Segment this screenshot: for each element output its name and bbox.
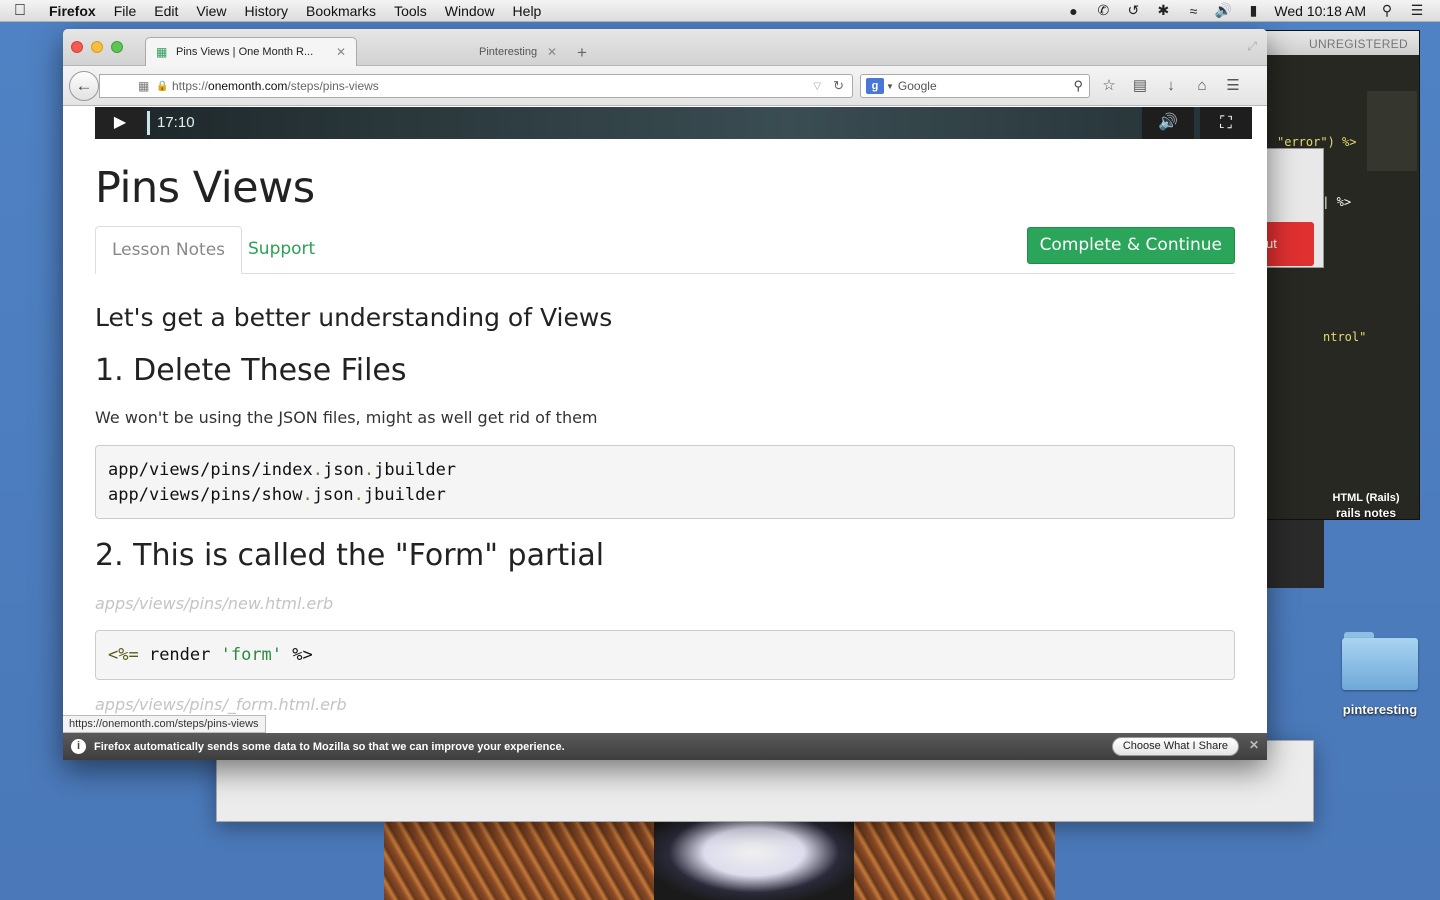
close-icon[interactable]: ✕ [1249,738,1259,752]
calendar-favicon-icon: ▦ [156,45,168,59]
bookmark-star-icon[interactable]: ☆ [1099,74,1119,98]
play-button[interactable]: ▶ [95,107,145,139]
tab-title: Pinteresting [479,45,538,58]
menu-view[interactable]: View [187,3,235,19]
folder-icon[interactable] [1342,630,1418,690]
background-red-button[interactable]: ut [1262,222,1314,266]
menu-bar:  Firefox File Edit View History Bookmar… [0,0,1440,22]
tab-close-icon[interactable]: ✕ [547,45,557,59]
section-paragraph: We won't be using the JSON files, might … [95,408,598,427]
toolbar-icons: ☆ ▤ ↓ ⌂ ☰ [1099,74,1243,98]
tab-groups-icon[interactable]: ▦ [138,79,152,93]
navigation-bar: ▦ 🔒 https://onemonth.com/steps/pins-view… [63,66,1267,106]
menubar-clock[interactable]: Wed 10:18 AM [1274,3,1366,19]
tab-pinteresting[interactable]: Pinteresting ✕ [407,37,567,66]
section-heading: 1. Delete These Files [95,353,407,388]
code-line: app/views/pins/index.json.jbuilder [108,460,457,480]
menu-bookmarks[interactable]: Bookmarks [297,3,385,19]
menu-tools[interactable]: Tools [385,3,436,19]
close-window-button[interactable] [71,41,83,53]
choose-what-i-share-button[interactable]: Choose What I Share [1111,737,1239,756]
complete-continue-button[interactable]: Complete & Continue [1026,227,1235,264]
code-line: app/views/pins/show.json.jbuilder [108,485,446,505]
hamburger-menu-icon[interactable]: ☰ [1223,74,1243,98]
window-controls [71,41,123,53]
notification-message: Firefox automatically sends some data to… [94,740,565,753]
code-line: <%= render 'form' %> [108,645,313,665]
home-icon[interactable]: ⌂ [1192,74,1212,98]
downloads-icon[interactable]: ↓ [1161,74,1181,98]
menu-window[interactable]: Window [436,3,504,19]
tab-lesson-notes[interactable]: Lesson Notes [95,226,243,274]
code-line: "error") %> [1277,135,1357,149]
phone-icon[interactable]: ✆ [1094,2,1112,19]
page-title: Pins Views [95,163,315,213]
page-content: ▶ 17:10 🔊 ⛶ Pins Views Lesson Notes Supp… [63,107,1267,733]
back-button[interactable]: ← [69,71,99,101]
video-time: 17:10 [157,114,195,131]
url-dropdown-icon[interactable]: ▽ [813,81,821,92]
time-machine-icon[interactable]: ↺ [1124,2,1142,19]
video-progress-handle[interactable] [147,111,150,135]
bluetooth-icon[interactable]: ✱ [1154,2,1172,19]
html-rails-label: HTML (Rails) [1332,492,1400,504]
menu-edit[interactable]: Edit [145,3,187,19]
menu-file[interactable]: File [105,3,146,19]
volume-icon[interactable]: 🔊 [1214,2,1232,19]
menu-help[interactable]: Help [504,3,551,19]
spotlight-search-icon[interactable]: ⚲ [1378,2,1396,19]
tab-title: Pins Views | One Month R... [176,46,314,58]
section-heading: 2. This is called the "Form" partial [95,538,605,573]
apple-menu-icon[interactable]:  [0,2,40,20]
lock-icon[interactable]: 🔒 [156,81,168,92]
tab-bar: ▦ Pins Views | One Month R... ✕ Pinteres… [63,29,1267,66]
code-block: app/views/pins/index.json.jbuilder app/v… [95,445,1235,519]
url-bar[interactable]: ▦ 🔒 https://onemonth.com/steps/pins-view… [99,74,853,98]
fullscreen-toggle-icon[interactable]: ⤢ [1247,39,1257,54]
lead-text: Let's get a better understanding of View… [95,303,613,332]
search-placeholder: Google [897,79,937,93]
status-app-icon[interactable]: ● [1064,3,1082,19]
editor-window[interactable]: UNREGISTERED "error") %> e| %> ntrol" [1262,30,1420,520]
wallpaper-photo [384,820,1055,900]
search-icon[interactable]: ⚲ [1073,78,1083,94]
code-block: <%= render 'form' %> [95,630,1235,680]
video-player-controls: ▶ 17:10 🔊 ⛶ [95,107,1252,139]
file-path: apps/views/pins/new.html.erb [95,594,334,613]
tab-close-icon[interactable]: ✕ [336,45,346,59]
fullscreen-button[interactable]: ⛶ [1200,107,1252,139]
file-path: apps/views/pins/_form.html.erb [95,695,347,714]
wifi-icon[interactable]: ≈ [1184,3,1202,19]
editor-minimap[interactable] [1367,91,1417,171]
status-url: https://onemonth.com/steps/pins-views [63,715,266,733]
reload-icon[interactable]: ↻ [833,78,844,94]
volume-button[interactable]: 🔊 [1142,107,1194,139]
notification-bar: i Firefox automatically sends some data … [63,733,1267,760]
firefox-window: ▦ Pins Views | One Month R... ✕ Pinteres… [63,29,1267,760]
bookmarks-menu-icon[interactable]: ▤ [1130,74,1150,98]
info-icon: i [71,739,86,754]
url-text[interactable]: https://onemonth.com/steps/pins-views [172,79,379,93]
new-tab-button[interactable]: + [577,43,587,63]
google-icon[interactable]: g [866,78,884,94]
search-bar[interactable]: g ▼ Google ⚲ [860,74,1090,98]
battery-icon[interactable]: ▮ [1244,2,1262,19]
folder-label[interactable]: pinteresting [1330,702,1430,717]
notification-center-icon[interactable]: ☰ [1408,2,1426,19]
editor-title: UNREGISTERED [1263,31,1419,55]
maximize-window-button[interactable] [111,41,123,53]
code-line: ntrol" [1323,330,1367,344]
menu-app-name[interactable]: Firefox [40,3,105,19]
tab-support[interactable]: Support [232,226,331,274]
menu-history[interactable]: History [235,3,297,19]
tab-pins-views[interactable]: ▦ Pins Views | One Month R... ✕ [145,37,357,66]
search-engine-caret-icon[interactable]: ▼ [886,82,894,91]
rails-notes-label[interactable]: rails notes [1318,506,1414,520]
background-dark-strip [1262,520,1324,588]
minimize-window-button[interactable] [91,41,103,53]
